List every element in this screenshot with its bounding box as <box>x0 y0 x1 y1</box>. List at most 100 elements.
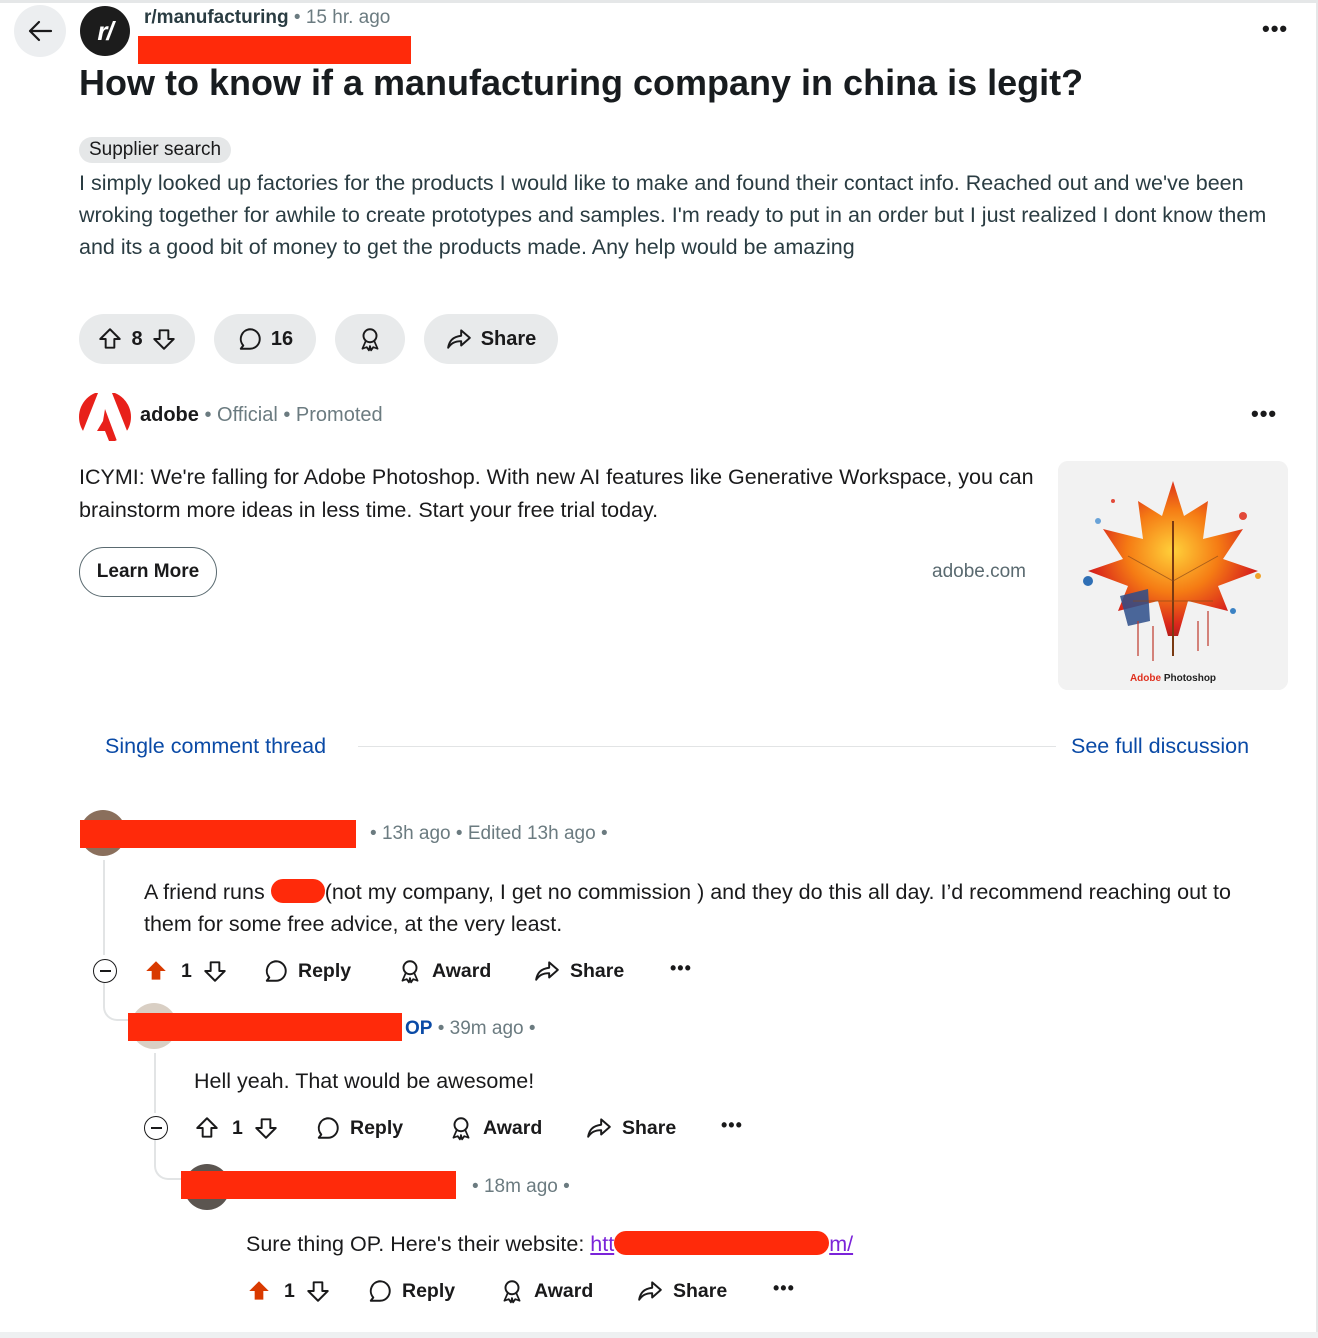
redacted-username <box>181 1171 456 1199</box>
upvote-icon[interactable] <box>143 958 169 984</box>
share-icon <box>587 1118 611 1138</box>
comment-time: 18m ago • <box>483 1176 570 1197</box>
award-button[interactable]: Award <box>499 1278 593 1304</box>
award-button[interactable]: Award <box>448 1115 542 1141</box>
ad-text: ICYMI: We're falling for Adobe Photoshop… <box>79 465 1034 522</box>
link-text-end: m/ <box>829 1232 854 1256</box>
downvote-icon[interactable] <box>253 1115 279 1141</box>
comment-text: Sure thing OP. Here's their website: <box>246 1232 591 1256</box>
ad-image-caption-brand: Adobe <box>1129 673 1162 684</box>
comment-more-icon[interactable]: ••• <box>773 1278 795 1299</box>
back-button[interactable] <box>14 5 66 57</box>
share-icon <box>638 1281 662 1301</box>
share-label: Share <box>673 1279 728 1302</box>
subreddit-avatar[interactable]: r/ <box>80 6 130 56</box>
award-label: Award <box>534 1279 594 1302</box>
award-icon <box>361 328 379 352</box>
downvote-icon[interactable] <box>305 1278 331 1304</box>
comment-meta: OP • 39m ago • <box>405 1018 536 1039</box>
adobe-logo[interactable] <box>79 391 131 443</box>
award-icon <box>503 1280 521 1304</box>
share-icon <box>535 961 559 981</box>
ad-domain[interactable]: adobe.com <box>932 561 1026 583</box>
upvote-icon[interactable] <box>194 1115 220 1141</box>
collapse-icon[interactable] <box>144 1116 168 1140</box>
reply-label: Reply <box>350 1116 404 1139</box>
share-label: Share <box>570 959 625 982</box>
single-comment-thread-link[interactable]: Single comment thread <box>105 734 326 759</box>
redacted-username <box>128 1013 402 1041</box>
ad-brand[interactable]: adobe <box>140 404 199 426</box>
upvote-icon[interactable] <box>97 326 123 352</box>
share-button[interactable]: Share <box>637 1278 727 1304</box>
comment-icon <box>265 960 287 982</box>
maple-leaf-image <box>1058 461 1288 690</box>
share-button[interactable]: Share <box>424 314 558 364</box>
post-body: I simply looked up factories for the pro… <box>79 171 1267 259</box>
comment-score: 1 <box>232 1116 243 1139</box>
post-flair[interactable]: Supplier search <box>79 137 232 163</box>
see-full-discussion-link[interactable]: See full discussion <box>1071 734 1249 759</box>
comment-more-icon[interactable]: ••• <box>670 958 692 979</box>
bottom-edge <box>0 1332 1318 1338</box>
redacted-url <box>614 1231 830 1255</box>
thread-line <box>154 1053 156 1113</box>
collapse-icon[interactable] <box>93 959 117 983</box>
thread-branch <box>154 1140 184 1180</box>
learn-more-button[interactable]: Learn More <box>79 547 217 597</box>
comment-body: A friend runs (not my company, I get no … <box>144 876 1264 940</box>
vote-pill: 8 <box>79 314 195 364</box>
comment-body: Hell yeah. That would be awesome! <box>194 1069 535 1093</box>
comments-count: 16 <box>270 327 294 350</box>
comment-score: 1 <box>181 959 192 982</box>
reply-button[interactable]: Reply <box>263 958 351 984</box>
comments-button[interactable]: 16 <box>214 314 316 364</box>
subreddit-name[interactable]: r/manufacturing <box>144 7 289 28</box>
redacted-username <box>80 820 356 848</box>
share-button[interactable]: Share <box>586 1115 676 1141</box>
comment-meta: • 13h ago • Edited 13h ago • <box>370 823 608 844</box>
comment-text: A friend runs <box>144 880 271 904</box>
comment-icon <box>317 1117 339 1139</box>
comment-icon <box>239 328 261 350</box>
share-label: Share <box>480 327 537 350</box>
ad-image[interactable]: Adobe Photoshop <box>1058 461 1288 690</box>
link-text-start: htt <box>590 1232 615 1256</box>
share-button[interactable]: Share <box>534 958 624 984</box>
reply-label: Reply <box>402 1279 456 1302</box>
comment-vote: 1 <box>143 958 228 984</box>
downvote-icon[interactable] <box>202 958 228 984</box>
reply-button[interactable]: Reply <box>315 1115 403 1141</box>
share-icon <box>446 329 471 349</box>
comment-score: 1 <box>284 1279 295 1302</box>
award-icon <box>452 1117 470 1141</box>
post-more-icon[interactable]: ••• <box>1262 16 1288 42</box>
award-icon <box>401 960 419 984</box>
comment-time: 39m ago • <box>449 1018 536 1039</box>
award-button[interactable] <box>335 314 405 364</box>
ad-more-icon[interactable]: ••• <box>1251 401 1277 427</box>
reply-label: Reply <box>298 959 352 982</box>
post-time: 15 hr. ago <box>305 7 391 28</box>
award-label: Award <box>483 1116 543 1139</box>
share-label: Share <box>622 1116 677 1139</box>
redacted-username <box>138 36 411 64</box>
ad-image-caption: Adobe Photoshop <box>1058 673 1288 684</box>
redacted-company <box>270 879 325 903</box>
comment-vote: 1 <box>194 1115 279 1141</box>
post-title: How to know if a manufacturing company i… <box>79 62 1084 103</box>
thread-divider <box>358 746 1056 747</box>
website-link[interactable]: htt m/ <box>590 1231 854 1256</box>
comment-time: 13h ago • Edited 13h ago • <box>381 823 608 844</box>
top-border <box>0 0 1318 3</box>
ad-promoted: Promoted <box>295 404 383 426</box>
comment-more-icon[interactable]: ••• <box>721 1115 743 1136</box>
downvote-icon[interactable] <box>151 326 177 352</box>
post-score: 8 <box>131 327 143 350</box>
award-button[interactable]: Award <box>397 958 491 984</box>
reply-button[interactable]: Reply <box>367 1278 455 1304</box>
upvote-icon[interactable] <box>246 1278 272 1304</box>
ad-meta: adobe • Official • Promoted <box>140 404 383 426</box>
award-label: Award <box>432 959 492 982</box>
comment-body: Sure thing OP. Here's their website: htt… <box>246 1228 853 1260</box>
